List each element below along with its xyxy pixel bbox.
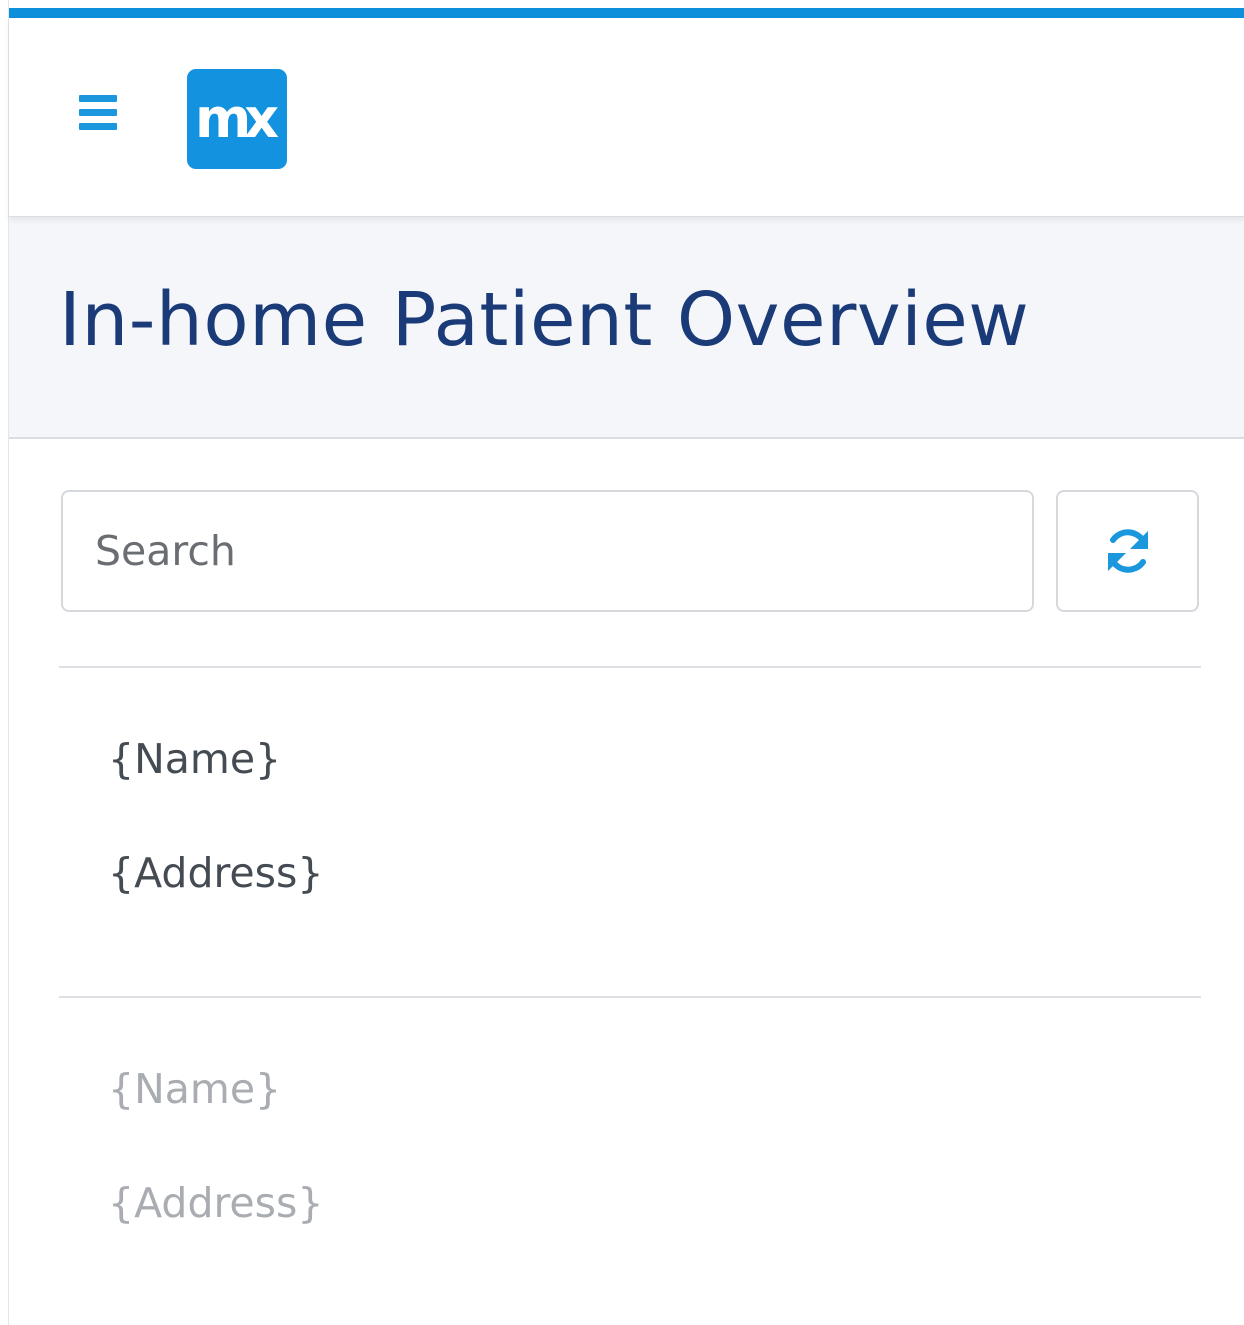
refresh-button[interactable] (1056, 490, 1199, 612)
patient-name: {Name} (108, 1065, 282, 1113)
mendix-logo[interactable]: mx (187, 69, 287, 169)
patient-address: {Address} (108, 849, 324, 897)
page-header: In-home Patient Overview (9, 217, 1244, 439)
top-accent-bar (9, 8, 1244, 18)
patient-address: {Address} (108, 1179, 324, 1227)
top-navigation-bar: mx (9, 18, 1244, 217)
hamburger-menu-icon[interactable] (73, 90, 119, 136)
patient-name: {Name} (108, 735, 282, 783)
list-item[interactable]: {Name} {Address} (59, 998, 1201, 1298)
list-item[interactable]: {Name} {Address} (59, 668, 1201, 968)
page-title: In-home Patient Overview (59, 277, 1030, 363)
search-input[interactable] (61, 490, 1034, 612)
app-frame: mx In-home Patient Overview {Name} {Addr… (8, 0, 1244, 1325)
refresh-icon (1108, 529, 1148, 573)
